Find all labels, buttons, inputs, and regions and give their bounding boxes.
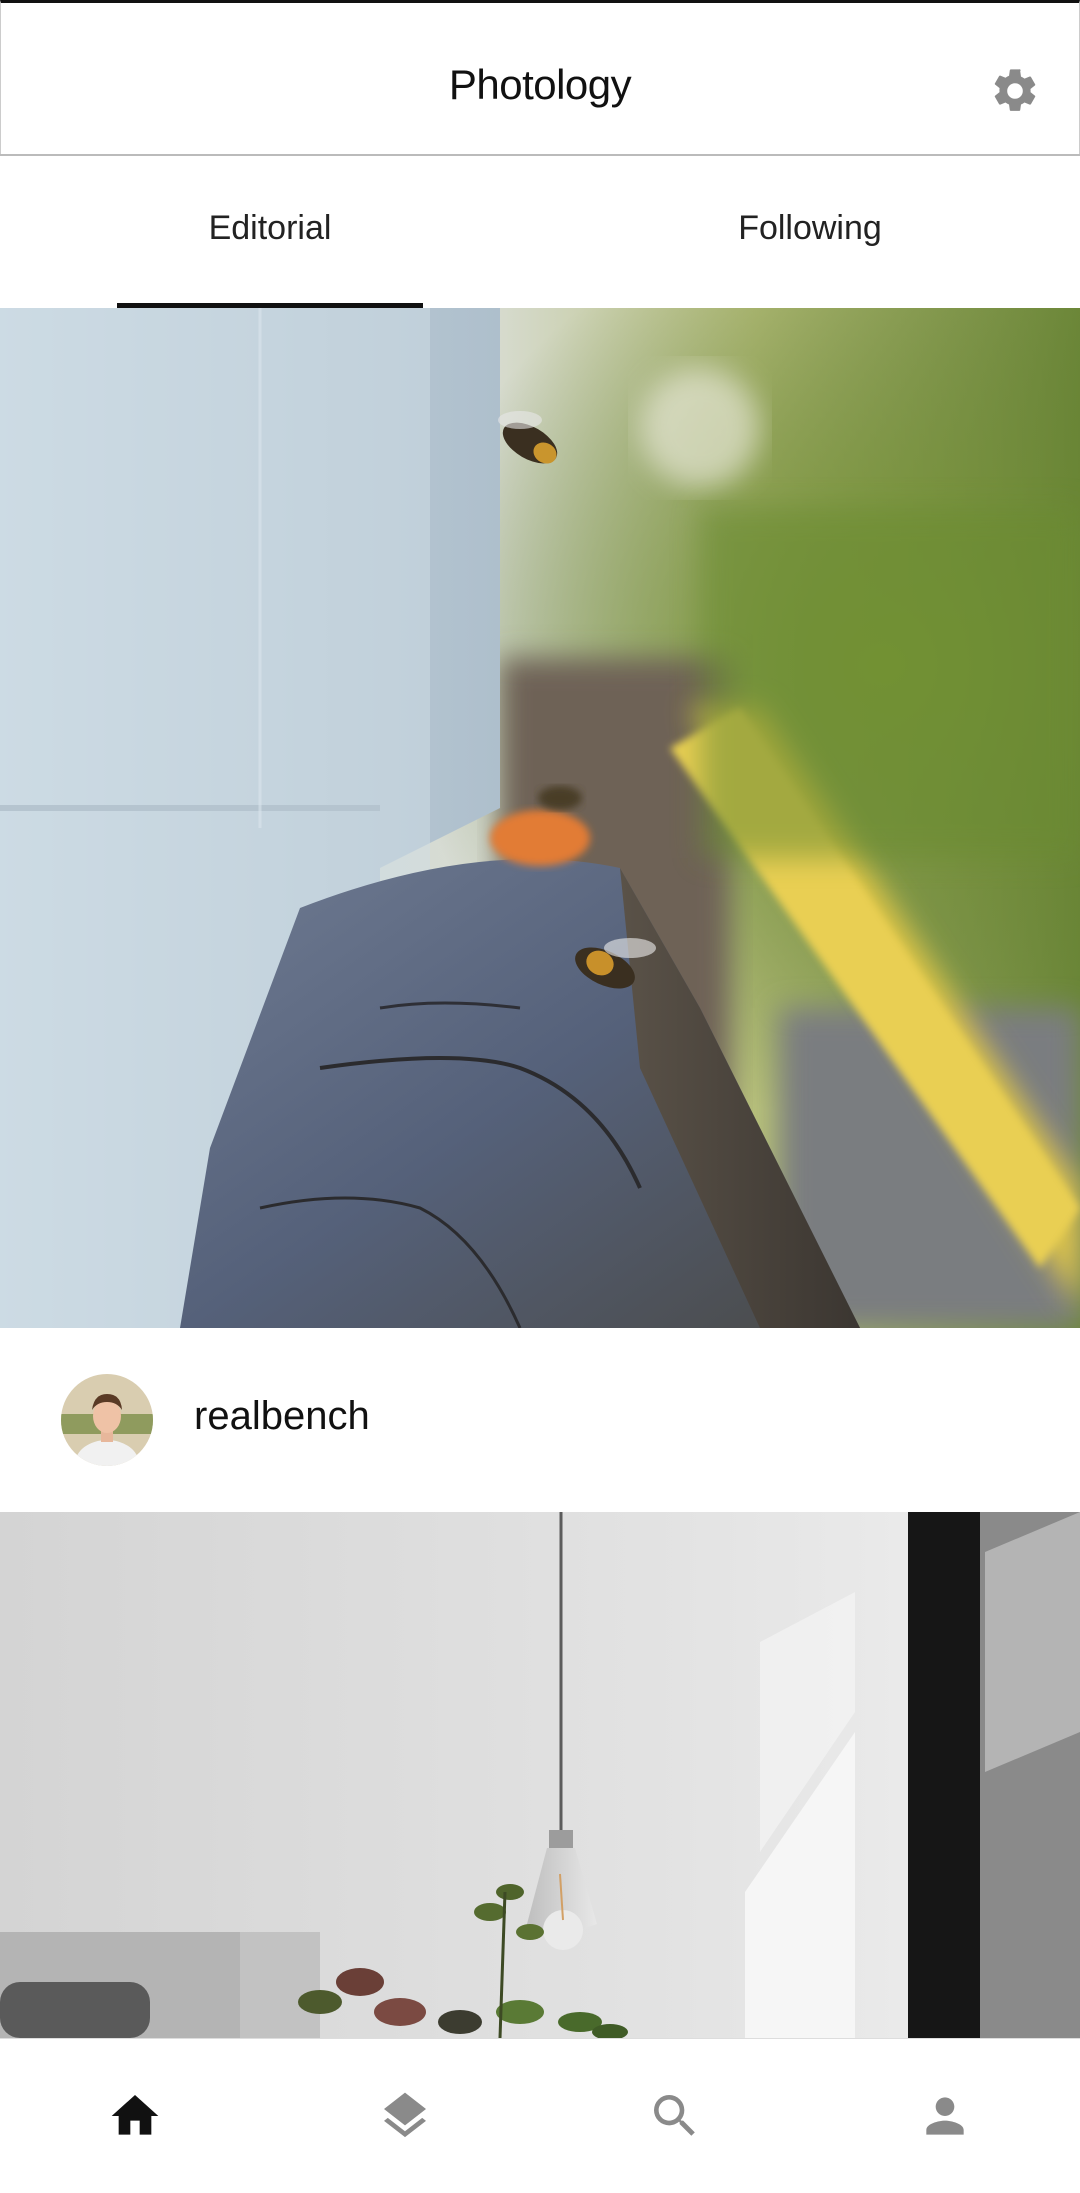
layers-icon	[384, 2092, 426, 2138]
avatar-image	[61, 1374, 153, 1466]
feed-tabs: Editorial Following	[0, 154, 1080, 308]
tab-label: Editorial	[208, 208, 332, 247]
home-icon	[111, 2095, 159, 2135]
person-icon	[926, 2097, 964, 2135]
nav-collections[interactable]	[270, 2039, 540, 2193]
bees-photo	[0, 308, 1080, 1328]
app-title: Photology	[448, 61, 632, 108]
interior-photo	[0, 1512, 1080, 2038]
bee-3	[538, 786, 582, 810]
nav-search[interactable]	[540, 2039, 810, 2193]
settings-button[interactable]	[987, 63, 1043, 119]
post-author[interactable]: realbench	[0, 1328, 1080, 1512]
tab-following[interactable]: Following	[540, 156, 1080, 308]
gear-icon	[994, 69, 1036, 111]
search-icon	[654, 2095, 695, 2136]
nav-home[interactable]	[0, 2039, 270, 2193]
tab-label: Following	[738, 208, 882, 247]
tab-editorial[interactable]: Editorial	[0, 156, 540, 308]
nav-profile[interactable]	[810, 2039, 1080, 2193]
feed-photo[interactable]	[0, 308, 1080, 1328]
avatar[interactable]	[61, 1374, 153, 1466]
feed-photo[interactable]	[0, 1512, 1080, 2038]
author-name[interactable]: realbench	[194, 1394, 370, 1439]
bottom-nav	[0, 2038, 1080, 2193]
app-bar: Photology	[0, 0, 1080, 154]
